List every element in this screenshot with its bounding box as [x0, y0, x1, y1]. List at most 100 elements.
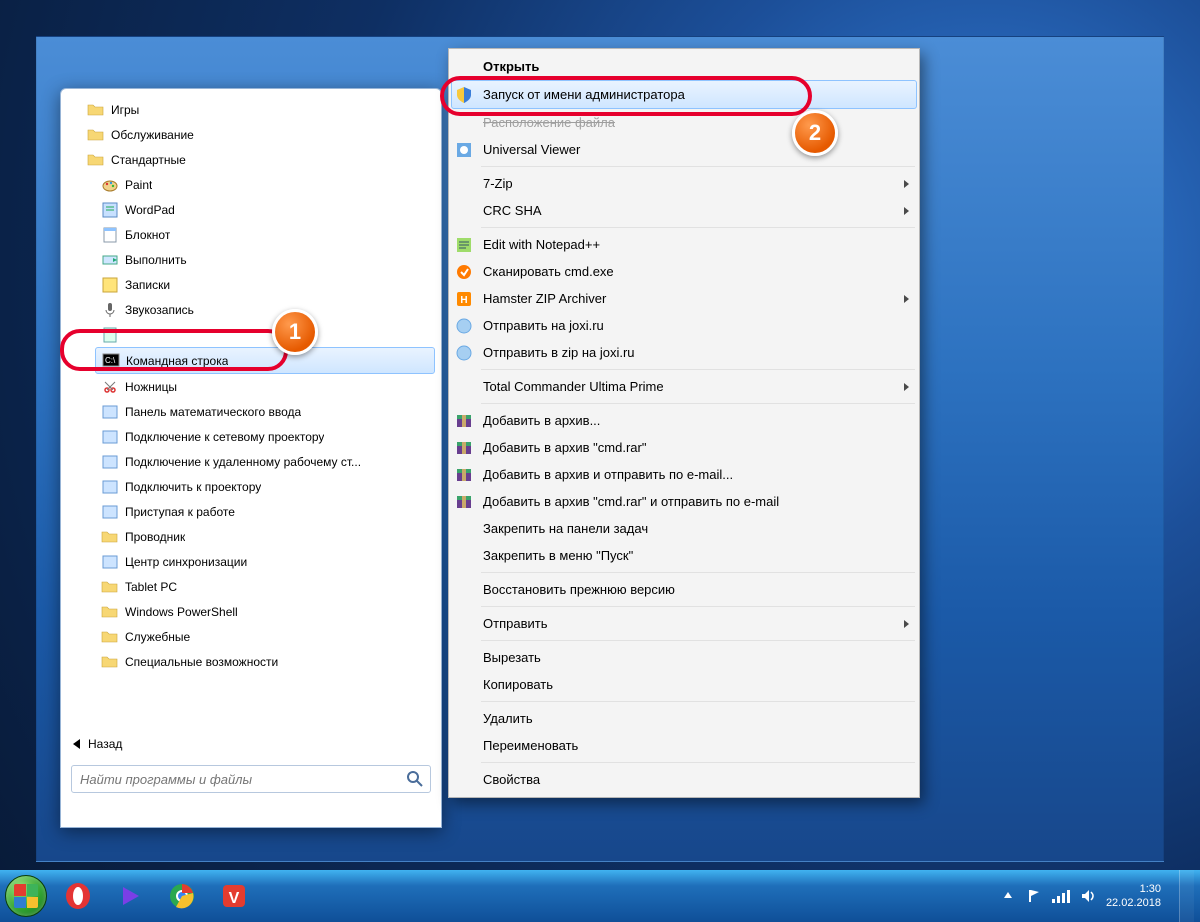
ctx-separator — [481, 166, 915, 167]
ctx-item-33[interactable]: Свойства — [451, 766, 917, 793]
ctx-item-0[interactable]: Открыть — [451, 53, 917, 80]
start-item-label: Панель математического ввода — [125, 405, 301, 419]
program-list: Игры Обслуживание Стандартные Paint Word… — [67, 97, 435, 727]
start-item-mic[interactable]: Звукозапись — [95, 297, 435, 322]
start-item-label: Служебные — [125, 630, 190, 644]
start-button[interactable] — [0, 870, 52, 922]
ctx-item-label: Отправить — [483, 616, 896, 631]
ctx-item-25[interactable]: Отправить — [451, 610, 917, 637]
ctx-separator — [481, 403, 915, 404]
ctx-item-30[interactable]: Удалить — [451, 705, 917, 732]
flag-icon[interactable] — [1026, 888, 1042, 904]
start-item-rdp[interactable]: Подключение к удаленному рабочему ст... — [95, 449, 435, 474]
ctx-item-16[interactable]: Добавить в архив... — [451, 407, 917, 434]
start-item-explorer[interactable]: Проводник — [95, 524, 435, 549]
start-item-math[interactable]: Панель математического ввода — [95, 399, 435, 424]
svg-text:V: V — [229, 890, 240, 907]
taskbar-pin-chrome[interactable] — [158, 876, 206, 916]
ctx-item-27[interactable]: Вырезать — [451, 644, 917, 671]
back-button[interactable]: Назад — [67, 733, 435, 755]
start-item-folder[interactable]: Windows PowerShell — [95, 599, 435, 624]
ctx-item-label: 7-Zip — [483, 176, 896, 191]
show-desktop-button[interactable] — [1179, 870, 1194, 922]
ctx-item-3[interactable]: Universal Viewer — [451, 136, 917, 163]
tray-up-icon[interactable] — [1000, 888, 1016, 904]
start-item-sync[interactable]: Центр синхронизации — [95, 549, 435, 574]
volume-icon[interactable] — [1080, 888, 1096, 904]
start-item-cmd[interactable]: Командная строка — [95, 347, 435, 374]
folder-icon — [101, 653, 119, 671]
notepad-icon — [101, 226, 119, 244]
ctx-item-label: Добавить в архив "cmd.rar" — [483, 440, 909, 455]
ctx-item-19[interactable]: Добавить в архив "cmd.rar" и отправить п… — [451, 488, 917, 515]
ctx-item-label: Копировать — [483, 677, 909, 692]
clock[interactable]: 1:30 22.02.2018 — [1106, 882, 1161, 910]
ctx-item-11[interactable]: Отправить на joxi.ru — [451, 312, 917, 339]
ctx-item-8[interactable]: Edit with Notepad++ — [451, 231, 917, 258]
start-item-folder[interactable]: Tablet PC — [95, 574, 435, 599]
start-item-label: Проводник — [125, 530, 185, 544]
start-item-netproj[interactable]: Подключение к сетевому проектору — [95, 424, 435, 449]
start-folder-1[interactable]: Обслуживание — [81, 122, 435, 147]
start-item-calc[interactable] — [95, 322, 435, 347]
start-item-label: Записки — [125, 278, 170, 292]
ctx-item-6[interactable]: CRC SHA — [451, 197, 917, 224]
avast-icon — [455, 263, 473, 281]
taskbar-pin-wmp[interactable] — [106, 876, 154, 916]
start-item-snip[interactable]: Ножницы — [95, 374, 435, 399]
ctx-item-21[interactable]: Закрепить в меню "Пуск" — [451, 542, 917, 569]
ctx-item-31[interactable]: Переименовать — [451, 732, 917, 759]
calc-icon — [101, 326, 119, 344]
search-icon — [405, 769, 425, 789]
folder-icon — [101, 578, 119, 596]
ctx-item-1[interactable]: Запуск от имени администратора — [451, 80, 917, 109]
ctx-item-label: Переименовать — [483, 738, 909, 753]
shield-icon — [455, 86, 473, 104]
start-item-proj[interactable]: Подключить к проектору — [95, 474, 435, 499]
ctx-item-23[interactable]: Восстановить прежнюю версию — [451, 576, 917, 603]
rar-icon — [455, 412, 473, 430]
ctx-item-5[interactable]: 7-Zip — [451, 170, 917, 197]
start-item-paint[interactable]: Paint — [95, 172, 435, 197]
ctx-item-28[interactable]: Копировать — [451, 671, 917, 698]
stage: Игры Обслуживание Стандартные Paint Word… — [0, 0, 1200, 922]
start-item-folder[interactable]: Специальные возможности — [95, 649, 435, 674]
npp-icon — [455, 236, 473, 254]
ctx-item-14[interactable]: Total Commander Ultima Prime — [451, 373, 917, 400]
network-icon[interactable] — [1052, 889, 1070, 903]
taskbar-pin-opera[interactable] — [54, 876, 102, 916]
ctx-separator — [481, 701, 915, 702]
ctx-item-12[interactable]: Отправить в zip на joxi.ru — [451, 339, 917, 366]
start-item-folder[interactable]: Служебные — [95, 624, 435, 649]
ctx-item-label: Открыть — [483, 59, 909, 74]
start-item-wordpad[interactable]: WordPad — [95, 197, 435, 222]
search-input[interactable] — [71, 765, 431, 793]
joxi-icon — [455, 317, 473, 335]
start-folder-label: Стандартные — [111, 153, 186, 167]
start-folder-0[interactable]: Игры — [81, 97, 435, 122]
ctx-item-label: Добавить в архив... — [483, 413, 909, 428]
ctx-item-label: Edit with Notepad++ — [483, 237, 909, 252]
ctx-item-label: Вырезать — [483, 650, 909, 665]
start-item-notepad[interactable]: Блокнот — [95, 222, 435, 247]
ctx-item-17[interactable]: Добавить в архив "cmd.rar" — [451, 434, 917, 461]
sync-icon — [101, 553, 119, 571]
proj-icon — [101, 478, 119, 496]
ctx-item-9[interactable]: Сканировать cmd.exe — [451, 258, 917, 285]
taskbar-pin-vivaldi[interactable]: V — [210, 876, 258, 916]
start-item-sticky[interactable]: Записки — [95, 272, 435, 297]
ctx-item-10[interactable]: Hamster ZIP Archiver — [451, 285, 917, 312]
start-item-label: Подключение к удаленному рабочему ст... — [125, 455, 361, 469]
ctx-item-20[interactable]: Закрепить на панели задач — [451, 515, 917, 542]
ctx-item-label: Отправить на joxi.ru — [483, 318, 909, 333]
ctx-item-label: Закрепить в меню "Пуск" — [483, 548, 909, 563]
start-item-getstarted[interactable]: Приступая к работе — [95, 499, 435, 524]
start-folder-2[interactable]: Стандартные — [81, 147, 435, 172]
ctx-item-2[interactable]: Расположение файла — [451, 109, 917, 136]
taskbar-pin-more[interactable] — [262, 876, 310, 916]
ctx-item-label: Total Commander Ultima Prime — [483, 379, 896, 394]
ctx-item-18[interactable]: Добавить в архив и отправить по e-mail..… — [451, 461, 917, 488]
ctx-item-label: Удалить — [483, 711, 909, 726]
start-item-run[interactable]: Выполнить — [95, 247, 435, 272]
start-item-label: Подключить к проектору — [125, 480, 261, 494]
